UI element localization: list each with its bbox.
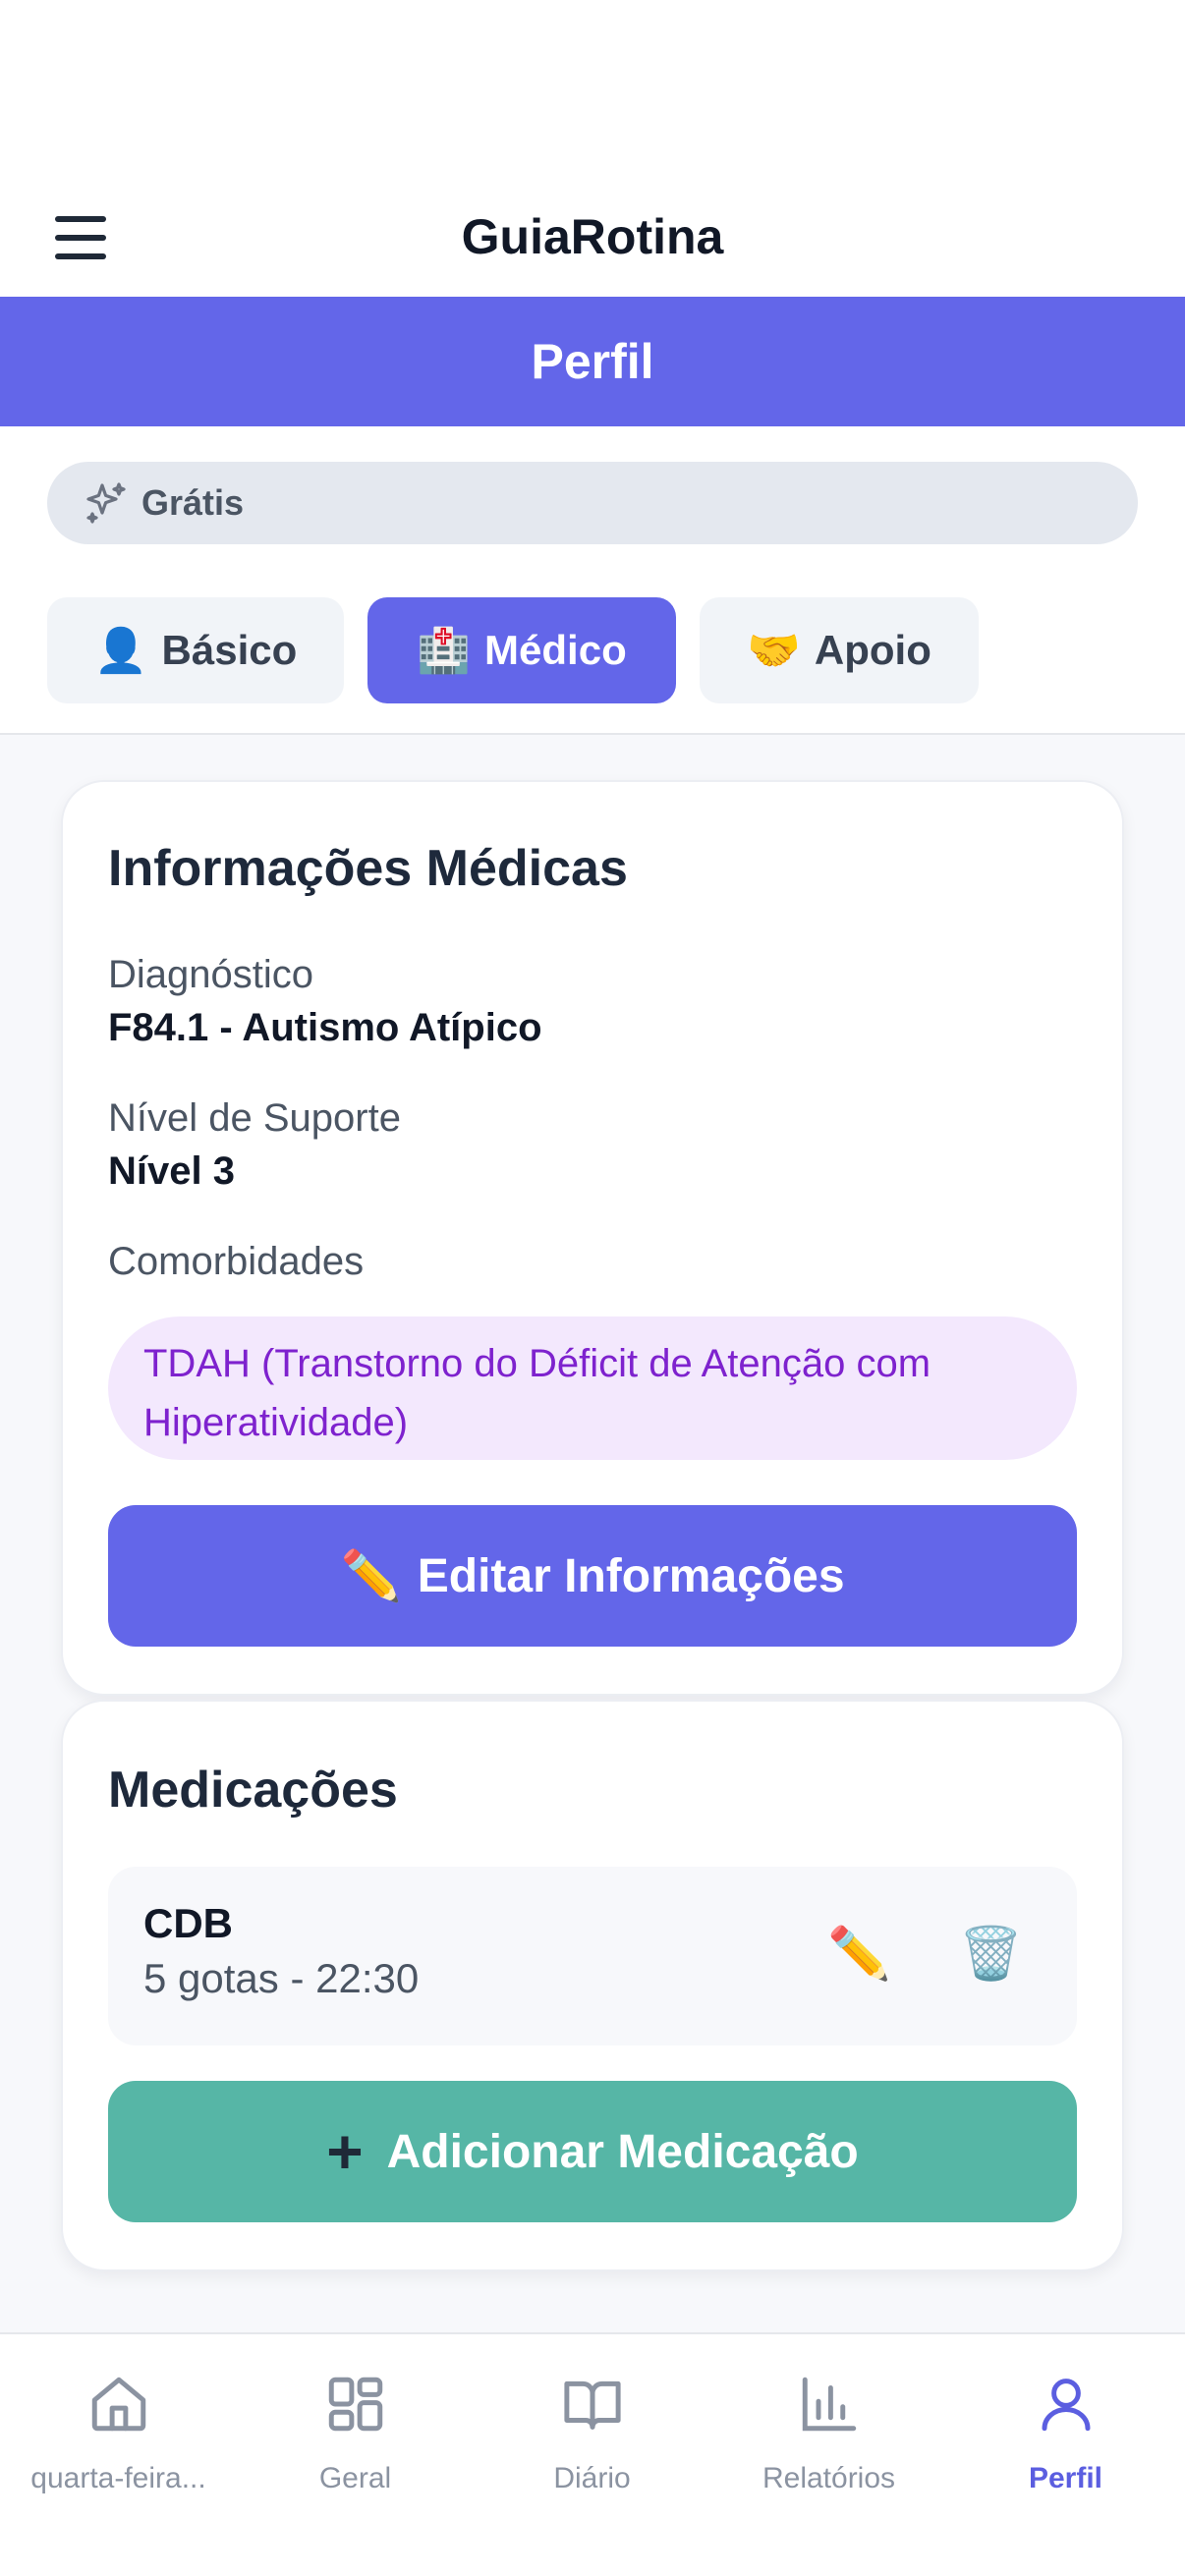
person-icon: 👤 [93, 627, 148, 675]
comorbidities-label: Comorbidades [108, 1240, 365, 1283]
plan-label: Grátis [141, 482, 245, 523]
nav-label: quarta-feira... [30, 2462, 206, 2494]
diagnosis-label: Diagnóstico [108, 953, 314, 996]
sparkles-icon [86, 482, 126, 524]
pencil-icon: ✏️ [340, 1547, 402, 1603]
edit-info-button[interactable]: ✏️ Editar Informações [108, 1505, 1077, 1647]
tab-basico[interactable]: 👤 Básico [47, 597, 344, 703]
grid-icon [328, 2377, 383, 2432]
tab-label: Básico [161, 627, 298, 673]
nav-label: Perfil [1028, 2462, 1103, 2494]
support-level-label: Nível de Suporte [108, 1096, 401, 1140]
tab-label: Médico [484, 627, 627, 673]
home-icon [91, 2377, 146, 2432]
comorbidity-tag: TDAH (Transtorno do Déficit de Atenção c… [108, 1316, 1077, 1460]
add-medication-button[interactable]: + Adicionar Medicação [108, 2081, 1077, 2222]
plus-icon: + [326, 2116, 364, 2187]
medical-info-title: Informações Médicas [108, 840, 628, 897]
tab-label: Apoio [814, 627, 931, 673]
tab-apoio[interactable]: 🤝 Apoio [700, 597, 979, 703]
app-title: GuiaRotina [461, 209, 724, 264]
tab-medico[interactable]: 🏥 Médico [367, 597, 676, 703]
page-title: Perfil [531, 334, 654, 389]
nav-label: Relatórios [762, 2462, 896, 2494]
medication-item: CDB 5 gotas - 22:30 ✏️ 🗑️ [108, 1867, 1077, 2045]
medication-name: CDB [143, 1900, 233, 1946]
edit-info-label: Editar Informações [417, 1549, 845, 1602]
bottom-navigation: quarta-feira... Geral Diário Relatórios … [0, 2332, 1185, 2576]
edit-medication-pencil-icon[interactable]: ✏️ [827, 1924, 891, 1984]
support-level-value: Nível 3 [108, 1149, 235, 1193]
plan-badge: Grátis [47, 462, 1138, 544]
diagnosis-value: F84.1 - Autismo Atípico [108, 1006, 542, 1049]
user-icon [1042, 2379, 1091, 2432]
medication-dose-time: 5 gotas - 22:30 [143, 1955, 420, 2001]
delete-medication-trash-icon[interactable]: 🗑️ [959, 1924, 1023, 1984]
page-header: Perfil [0, 297, 1185, 426]
bar-chart-icon [802, 2377, 857, 2432]
handshake-icon: 🤝 [747, 627, 801, 675]
nav-item-perfil[interactable]: Perfil [947, 2354, 1184, 2550]
top-app-bar: GuiaRotina [0, 0, 1185, 297]
nav-item-geral[interactable]: Geral [237, 2354, 474, 2550]
nav-item-relatorios[interactable]: Relatórios [710, 2354, 947, 2550]
app-screen: GuiaRotina Perfil Grátis 👤 Básico 🏥 Médi… [0, 0, 1185, 2576]
nav-item-diario[interactable]: Diário [474, 2354, 710, 2550]
nav-item-today[interactable]: quarta-feira... [0, 2354, 237, 2550]
book-icon [564, 2380, 621, 2430]
hospital-icon: 🏥 [417, 627, 472, 675]
add-medication-label: Adicionar Medicação [386, 2125, 859, 2178]
nav-label: Diário [553, 2462, 631, 2494]
medications-title: Medicações [108, 1762, 398, 1819]
nav-label: Geral [318, 2462, 392, 2494]
